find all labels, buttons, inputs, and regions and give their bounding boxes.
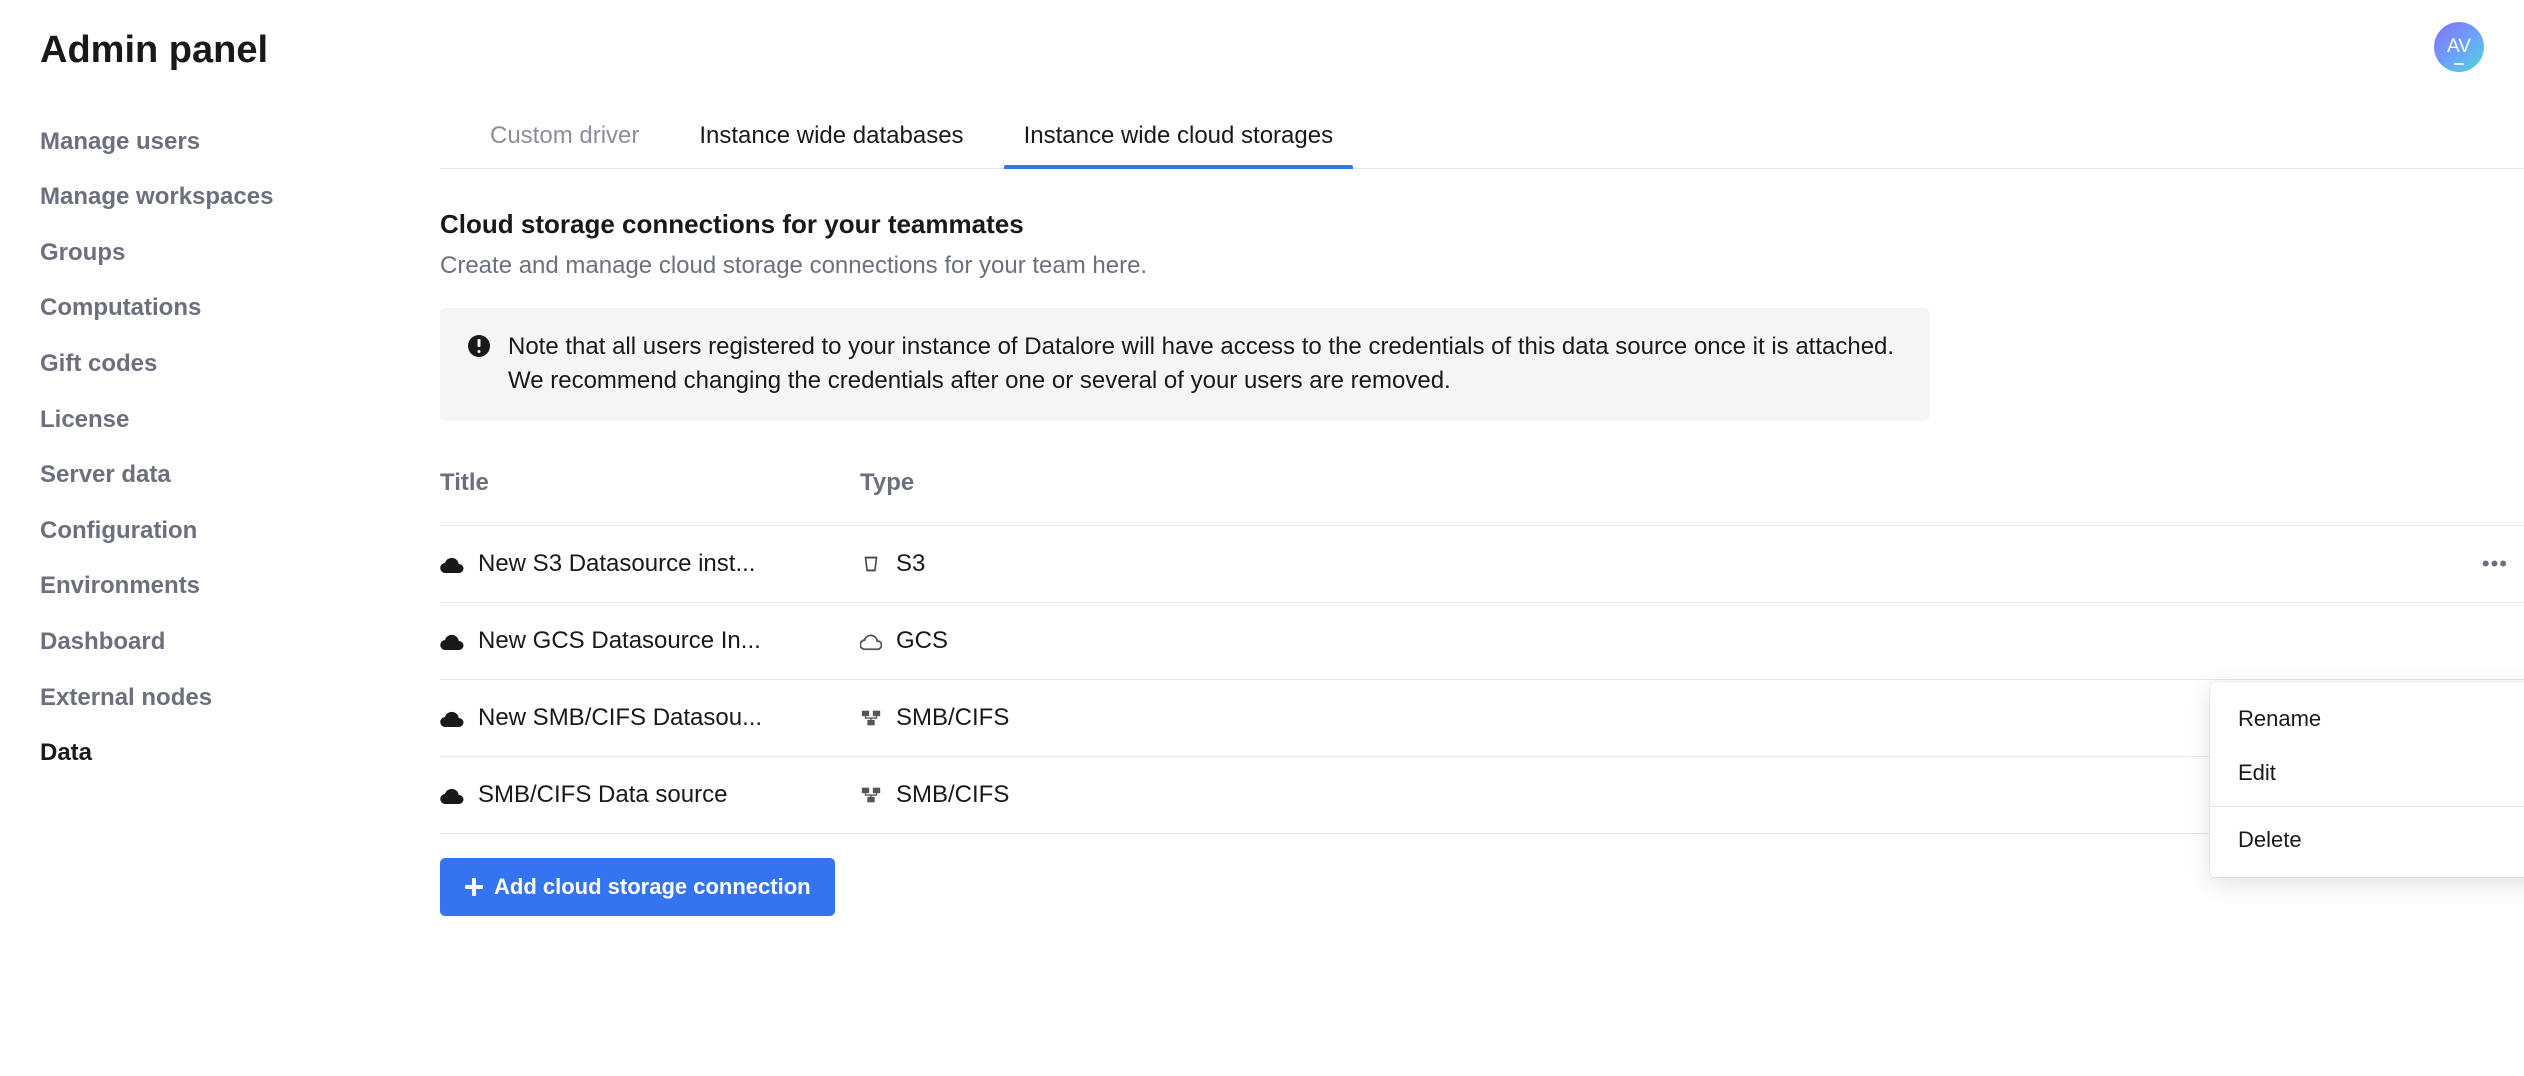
page-title: Admin panel (40, 28, 268, 74)
sidebar-item-configuration[interactable]: Configuration (40, 503, 440, 559)
bucket-icon (860, 553, 882, 575)
info-icon (468, 335, 490, 357)
sidebar-item-manage-workspaces[interactable]: Manage workspaces (40, 169, 440, 225)
sidebar-item-license[interactable]: License (40, 392, 440, 448)
menu-separator (2210, 806, 2524, 807)
notice-banner: Note that all users registered to your i… (440, 308, 1930, 422)
row-title: New S3 Datasource inst... (478, 550, 755, 578)
row-type: SMB/CIFS (896, 704, 1009, 732)
tab-instance-databases[interactable]: Instance wide databases (699, 114, 963, 168)
network-drive-icon (860, 784, 882, 806)
menu-item-edit[interactable]: Edit (2210, 746, 2524, 800)
row-title: SMB/CIFS Data source (478, 781, 727, 809)
table-row[interactable]: New S3 Datasource inst... S3 ••• (440, 526, 2524, 603)
add-cloud-storage-button[interactable]: Add cloud storage connection (440, 858, 835, 916)
sidebar-item-gift-codes[interactable]: Gift codes (40, 336, 440, 392)
sidebar-item-external-nodes[interactable]: External nodes (40, 670, 440, 726)
row-type: S3 (896, 550, 925, 578)
sidebar-item-server-data[interactable]: Server data (40, 447, 440, 503)
more-actions-icon[interactable]: ••• (2482, 551, 2508, 576)
avatar-initials: AV (2447, 36, 2471, 58)
avatar[interactable]: AV (2434, 22, 2484, 72)
cloud-icon (440, 785, 464, 805)
table-row[interactable]: New GCS Datasource In... GCS (440, 603, 2524, 680)
add-button-label: Add cloud storage connection (494, 874, 811, 900)
cloud-outline-icon (860, 630, 882, 652)
row-title: New SMB/CIFS Datasou... (478, 704, 762, 732)
tabs: Custom driver Instance wide databases In… (440, 114, 2524, 169)
cloud-icon (440, 554, 464, 574)
column-header-type: Type (860, 469, 2464, 497)
sidebar-item-manage-users[interactable]: Manage users (40, 114, 440, 170)
row-type: SMB/CIFS (896, 781, 1009, 809)
row-type: GCS (896, 627, 948, 655)
tab-custom-driver[interactable]: Custom driver (490, 114, 639, 168)
context-menu: Rename Edit Delete (2210, 682, 2524, 877)
sidebar-item-data[interactable]: Data (40, 725, 440, 781)
network-drive-icon (860, 707, 882, 729)
plus-icon (464, 877, 484, 897)
section-title: Cloud storage connections for your teamm… (440, 209, 2524, 240)
tab-instance-cloud-storages[interactable]: Instance wide cloud storages (1024, 114, 1334, 168)
menu-item-delete[interactable]: Delete (2210, 813, 2524, 867)
row-title: New GCS Datasource In... (478, 627, 761, 655)
column-header-title: Title (440, 469, 860, 497)
section-description: Create and manage cloud storage connecti… (440, 252, 2524, 280)
cloud-icon (440, 631, 464, 651)
cloud-icon (440, 708, 464, 728)
sidebar: Manage users Manage workspaces Groups Co… (0, 114, 440, 917)
menu-item-rename[interactable]: Rename (2210, 692, 2524, 746)
notice-text: Note that all users registered to your i… (508, 330, 1902, 400)
sidebar-item-dashboard[interactable]: Dashboard (40, 614, 440, 670)
sidebar-item-computations[interactable]: Computations (40, 280, 440, 336)
sidebar-item-groups[interactable]: Groups (40, 225, 440, 281)
sidebar-item-environments[interactable]: Environments (40, 558, 440, 614)
